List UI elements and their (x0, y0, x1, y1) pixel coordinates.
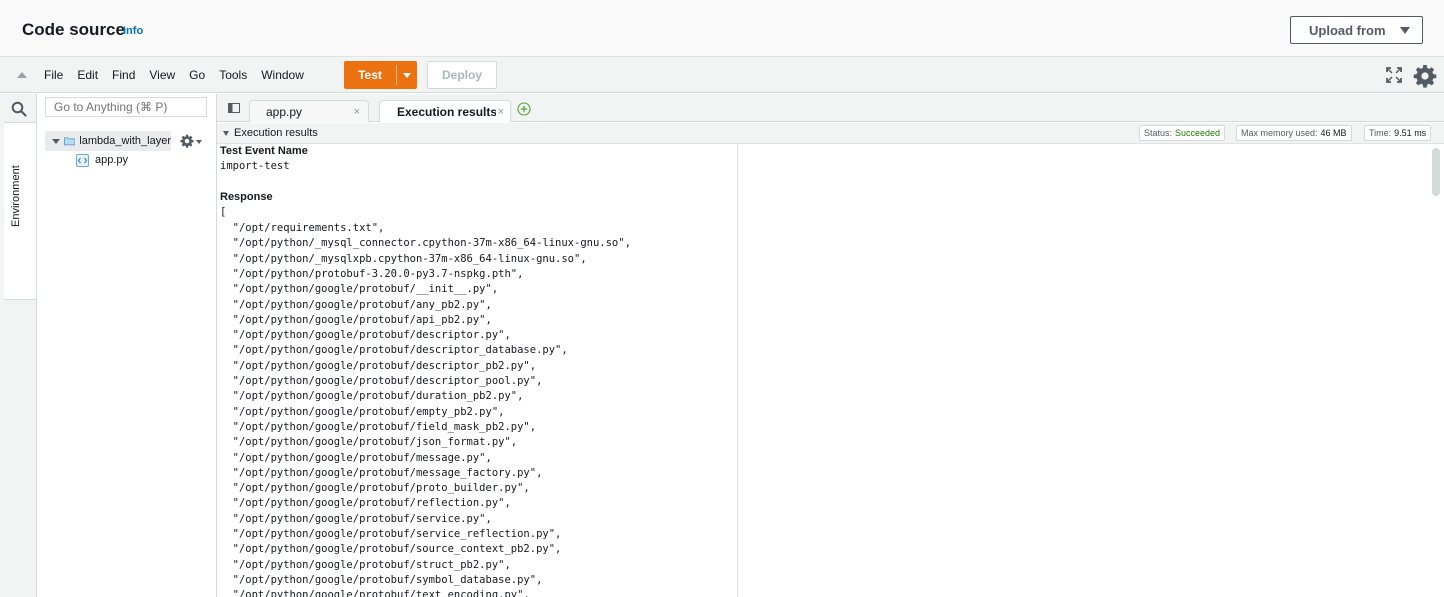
tree-file-app-py[interactable]: app.py (76, 152, 128, 168)
response-line: "/opt/python/google/protobuf/descriptor_… (220, 344, 568, 357)
tab-app-py[interactable]: app.py × (249, 100, 369, 122)
response-line: "/opt/python/google/protobuf/struct_pb2.… (220, 558, 511, 571)
response-line: "/opt/python/protobuf-3.20.0-py3.7-nspkg… (220, 267, 524, 280)
response-line: "/opt/python/google/protobuf/symbol_data… (220, 573, 543, 586)
menu-file[interactable]: File (44, 68, 63, 82)
response-line: "/opt/python/google/protobuf/json_format… (220, 436, 518, 449)
test-dropdown-icon[interactable] (403, 73, 411, 78)
search-icon[interactable] (11, 101, 27, 117)
response-line: "/opt/python/google/protobuf/proto_build… (220, 482, 530, 495)
time-badge: Time: 9.51 ms (1364, 125, 1432, 141)
collapse-triangle-icon[interactable] (17, 72, 27, 78)
execution-results-toggle[interactable]: Execution results (223, 127, 318, 139)
memory-value: 46 MB (1320, 128, 1347, 138)
tab-execution-results[interactable]: Execution results × (379, 100, 511, 122)
test-button-label: Test (358, 68, 382, 82)
response-open-bracket: [ (220, 206, 227, 218)
page-title: Code source (22, 20, 125, 39)
environment-tab[interactable]: Environment (4, 122, 36, 300)
code-source-header: Code source Info Upload from (0, 0, 1444, 57)
menu-tools[interactable]: Tools (219, 68, 247, 82)
settings-gear-icon[interactable] (1413, 64, 1437, 88)
response-line: "/opt/python/_mysql_connector.cpython-37… (220, 237, 631, 250)
expand-triangle-icon[interactable] (52, 138, 60, 144)
response-line: "/opt/python/google/protobuf/service.py"… (220, 512, 492, 525)
test-event-name-value: import-test (220, 160, 290, 172)
response-line: "/opt/python/google/protobuf/duration_pb… (220, 390, 524, 403)
response-line: "/opt/python/google/protobuf/field_mask_… (220, 420, 537, 433)
tab-label: Execution results (397, 104, 498, 119)
info-link[interactable]: Info (123, 25, 143, 37)
menu-view[interactable]: View (149, 68, 175, 82)
time-value: 9.51 ms (1394, 128, 1427, 138)
menu-bar: File Edit Find View Go Tools Window (44, 57, 318, 93)
menu-edit[interactable]: Edit (77, 68, 98, 82)
menu-find[interactable]: Find (112, 68, 135, 82)
response-line: "/opt/python/google/protobuf/descriptor_… (220, 359, 537, 372)
response-line: "/opt/python/google/protobuf/descriptor.… (220, 329, 511, 342)
file-name: app.py (95, 154, 129, 166)
environment-tab-label: Environment (10, 165, 22, 227)
test-button[interactable]: Test (344, 61, 417, 89)
menu-window[interactable]: Window (261, 68, 304, 82)
response-line: "/opt/python/google/protobuf/source_cont… (220, 543, 562, 556)
tab-label: app.py (266, 104, 303, 119)
memory-badge: Max memory used: 46 MB (1236, 125, 1352, 141)
response-line: "/opt/python/google/protobuf/service_ref… (220, 528, 562, 540)
tree-settings-caret-icon[interactable] (196, 140, 202, 144)
execution-results-header: Execution results Status: Succeeded Max m… (217, 123, 1444, 144)
response-label: Response (220, 191, 273, 203)
response-line: "/opt/python/google/protobuf/reflection.… (220, 497, 511, 510)
status-label: Status: (1144, 128, 1173, 138)
close-tab-icon[interactable]: × (354, 106, 360, 118)
editor-tabs-bar: app.py × Execution results × (217, 94, 1444, 122)
execution-output-pane: Test Event Name import-test Response [ "… (217, 144, 738, 597)
tree-settings-gear-icon[interactable] (180, 134, 194, 148)
response-line: "/opt/python/google/protobuf/descriptor_… (220, 375, 543, 387)
collapse-triangle-icon (223, 130, 229, 136)
response-line: "/opt/python/google/protobuf/text_encodi… (220, 589, 530, 597)
execution-right-pane (739, 144, 1444, 597)
ide-toolbar: File Edit Find View Go Tools Window Test… (0, 57, 1444, 93)
response-line: "/opt/python/google/protobuf/any_pb2.py"… (220, 298, 492, 311)
go-to-anything-input[interactable] (45, 97, 207, 117)
response-line: "/opt/python/google/protobuf/message_fac… (220, 466, 543, 479)
caret-down-icon (1400, 27, 1410, 34)
file-tree-panel: lambda_with_layer app.py (37, 94, 217, 597)
tabs-menu-icon[interactable] (228, 103, 240, 113)
status-value: Succeeded (1175, 128, 1221, 138)
scrollbar-thumb[interactable] (1432, 148, 1440, 196)
folder-icon (64, 137, 76, 146)
fullscreen-icon[interactable] (1386, 67, 1402, 83)
folder-name: lambda_with_layer (79, 135, 171, 147)
test-event-name-label: Test Event Name (220, 145, 308, 157)
execution-results-title: Execution results (234, 127, 318, 139)
response-line: "/opt/python/_mysqlxpb.cpython-37m-x86_6… (220, 252, 587, 265)
response-line: "/opt/python/google/protobuf/__init__.py… (220, 283, 499, 296)
time-label: Time: (1369, 128, 1392, 138)
upload-from-button[interactable]: Upload from (1290, 16, 1423, 44)
close-tab-icon[interactable]: × (495, 105, 504, 118)
upload-from-label: Upload from (1309, 22, 1386, 38)
memory-label: Max memory used: (1241, 128, 1318, 138)
status-badge: Status: Succeeded (1139, 125, 1226, 141)
activity-bar: Environment (0, 94, 37, 597)
response-line: "/opt/python/google/protobuf/message.py"… (220, 451, 492, 464)
menu-go[interactable]: Go (189, 68, 205, 82)
response-line: "/opt/requirements.txt", (220, 222, 385, 234)
response-line: "/opt/python/google/protobuf/api_pb2.py"… (220, 313, 492, 326)
deploy-button[interactable]: Deploy (427, 61, 497, 89)
python-file-icon (76, 153, 89, 167)
response-line: "/opt/python/google/protobuf/empty_pb2.p… (220, 405, 505, 418)
test-button-divider (396, 65, 397, 85)
tree-folder-lambda-with-layer[interactable]: lambda_with_layer (45, 131, 171, 151)
add-tab-icon[interactable] (517, 102, 531, 116)
